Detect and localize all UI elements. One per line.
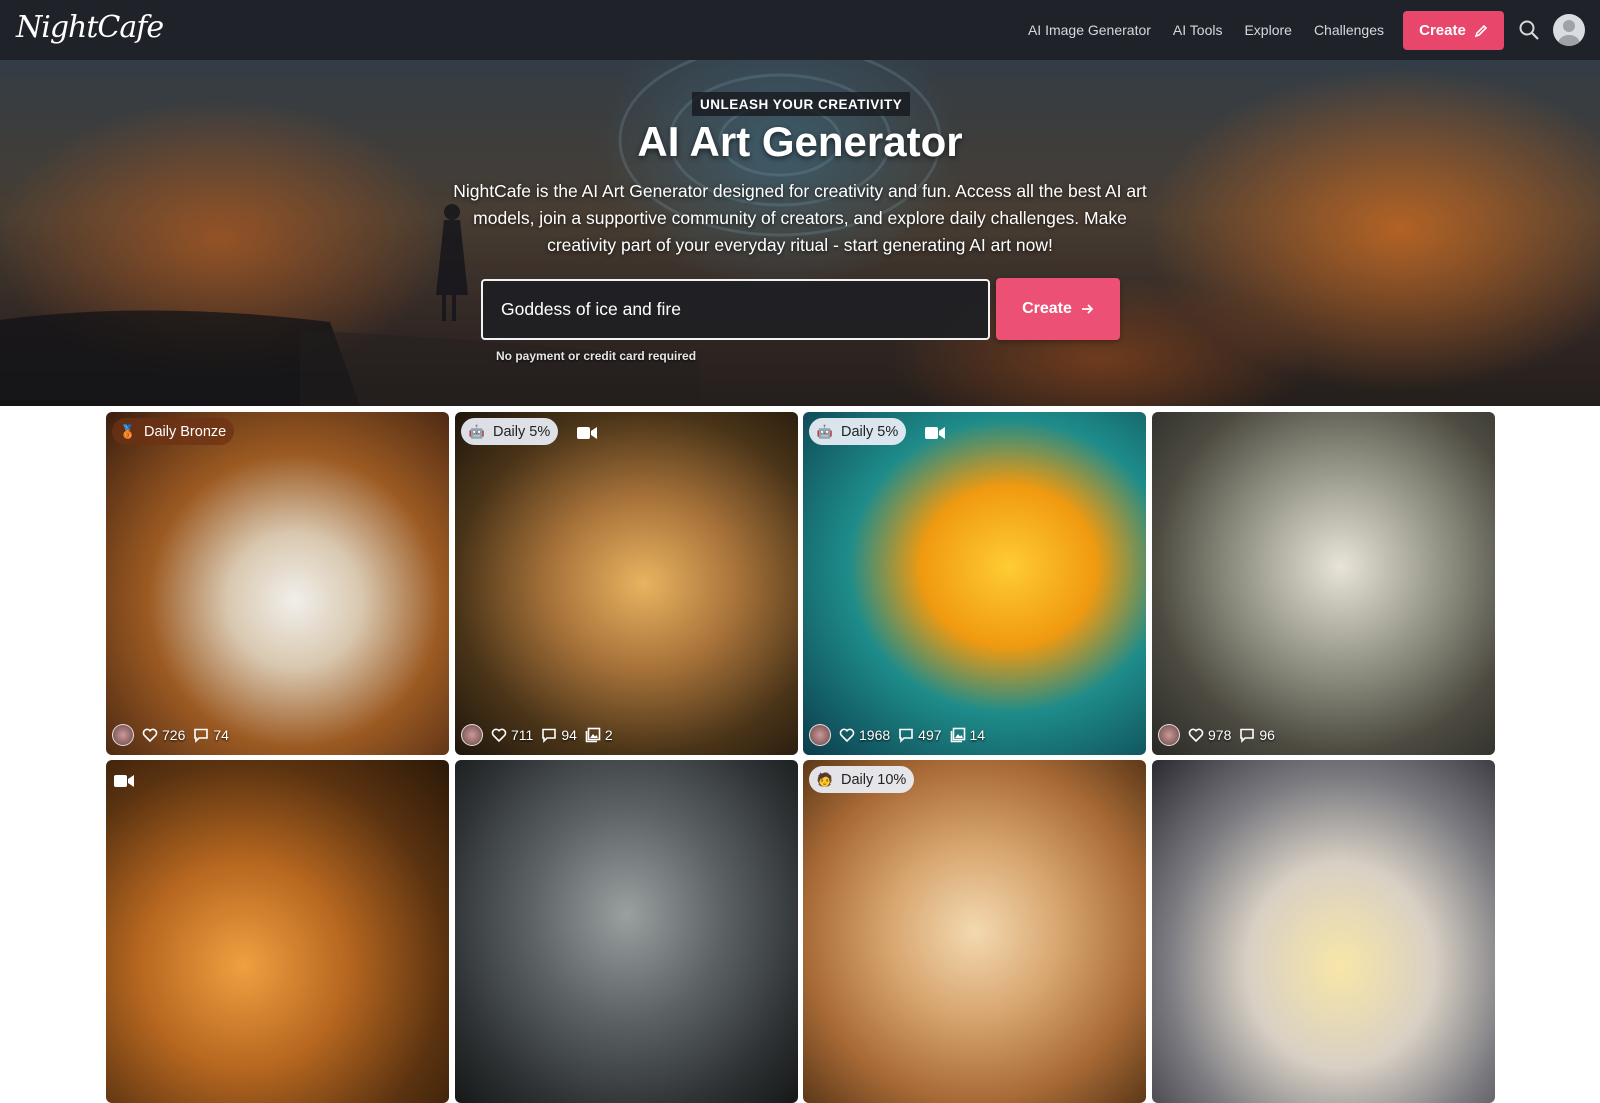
- heart-count-label: 726: [162, 727, 186, 743]
- heart-count[interactable]: 711: [491, 727, 533, 743]
- heart-count-label: 978: [1208, 727, 1232, 743]
- heart-icon: [491, 727, 507, 743]
- comment-icon: [193, 727, 209, 743]
- hero-description: NightCafe is the AI Art Generator design…: [453, 181, 1147, 255]
- images-count-label: 2: [604, 727, 613, 743]
- comment-icon: [541, 727, 557, 743]
- nightcafe-logo[interactable]: NightCafe: [16, 10, 164, 45]
- creation-card[interactable]: 🥉 Daily Bronze 726 74: [106, 412, 449, 755]
- challenge-badge: 🥉 Daily Bronze: [112, 418, 235, 445]
- prompt-input[interactable]: [481, 279, 990, 340]
- heart-count[interactable]: 978: [1188, 727, 1231, 743]
- challenge-badge-label: Daily 5%: [841, 423, 899, 440]
- search-icon[interactable]: [1518, 19, 1540, 41]
- pencil-icon: [1474, 24, 1487, 37]
- hero-create-label: Create: [1022, 300, 1072, 317]
- creation-card[interactable]: 🤖 Daily 5% 711 94 2: [455, 412, 798, 755]
- heart-icon: [839, 727, 855, 743]
- comment-count[interactable]: 96: [1239, 727, 1275, 743]
- challenge-badge: 🧑 Daily 10%: [809, 766, 915, 793]
- nav-create-button[interactable]: Create: [1403, 11, 1504, 50]
- nav-links: AI Image Generator AI Tools Explore Chal…: [1028, 0, 1384, 60]
- creation-card[interactable]: [106, 760, 449, 1103]
- video-icon: [114, 774, 134, 788]
- heart-count[interactable]: 1968: [839, 727, 890, 743]
- nav-link-challenges[interactable]: Challenges: [1314, 22, 1384, 38]
- images-icon: [950, 727, 966, 743]
- hero-title: AI Art Generator: [637, 118, 963, 165]
- comment-count-label: 96: [1259, 727, 1275, 743]
- creation-card[interactable]: 978 96: [1152, 412, 1495, 755]
- nav-create-label: Create: [1419, 22, 1466, 39]
- creator-avatar[interactable]: [112, 724, 134, 746]
- comment-icon: [898, 727, 914, 743]
- card-stats: 726 74: [112, 723, 229, 747]
- challenge-badge: 🤖 Daily 5%: [461, 418, 559, 445]
- video-icon: [577, 426, 597, 440]
- comment-count[interactable]: 74: [193, 727, 229, 743]
- card-stats: 1968 497 14: [809, 723, 985, 747]
- nav-link-ai-image-generator[interactable]: AI Image Generator: [1028, 22, 1151, 38]
- nav-link-ai-tools[interactable]: AI Tools: [1173, 22, 1223, 38]
- robot-icon: 🤖: [816, 423, 834, 439]
- heart-icon: [142, 727, 158, 743]
- heart-count[interactable]: 726: [142, 727, 185, 743]
- user-avatar[interactable]: [1553, 14, 1585, 46]
- comment-count-label: 74: [213, 727, 229, 743]
- nav-link-explore[interactable]: Explore: [1244, 22, 1291, 38]
- video-icon: [925, 426, 945, 440]
- bronze-medal-icon: 🥉: [119, 423, 137, 439]
- hero-eyebrow: UNLEASH YOUR CREATIVITY: [692, 92, 911, 116]
- comment-count[interactable]: 94: [541, 727, 577, 743]
- heart-count-label: 1968: [859, 727, 891, 743]
- images-count-label: 14: [969, 727, 986, 743]
- robot-icon: 🤖: [468, 423, 486, 439]
- challenge-badge-label: Daily 5%: [493, 423, 551, 440]
- hero-create-button[interactable]: Create: [996, 278, 1120, 340]
- creation-card[interactable]: [1152, 760, 1495, 1103]
- comment-count[interactable]: 497: [898, 727, 942, 743]
- challenge-badge: 🤖 Daily 5%: [809, 418, 907, 445]
- creation-card[interactable]: 🤖 Daily 5% 1968 497 14: [803, 412, 1146, 755]
- creator-avatar[interactable]: [1158, 724, 1180, 746]
- heart-count-label: 711: [511, 727, 534, 743]
- comment-count-label: 94: [561, 727, 577, 743]
- images-icon: [585, 727, 601, 743]
- challenge-badge-label: Daily 10%: [841, 771, 907, 788]
- card-stats: 978 96: [1158, 723, 1275, 747]
- arrow-right-icon: [1081, 304, 1094, 314]
- creation-card[interactable]: 🧑 Daily 10%: [803, 760, 1146, 1103]
- no-payment-note: No payment or credit card required: [496, 349, 697, 363]
- creator-avatar[interactable]: [461, 724, 483, 746]
- creation-card[interactable]: [455, 760, 798, 1103]
- comment-icon: [1239, 727, 1255, 743]
- hero-section: UNLEASH YOUR CREATIVITY AI Art Generator…: [0, 60, 1600, 406]
- images-count[interactable]: 2: [585, 727, 613, 743]
- card-stats: 711 94 2: [461, 723, 613, 747]
- comment-count-label: 497: [918, 727, 942, 743]
- creator-avatar[interactable]: [809, 724, 831, 746]
- challenge-badge-label: Daily Bronze: [144, 423, 227, 440]
- top-navbar: NightCafe AI Image Generator AI Tools Ex…: [0, 0, 1600, 60]
- heart-icon: [1188, 727, 1204, 743]
- images-count[interactable]: 14: [950, 727, 986, 743]
- person-icon: 🧑: [816, 771, 834, 787]
